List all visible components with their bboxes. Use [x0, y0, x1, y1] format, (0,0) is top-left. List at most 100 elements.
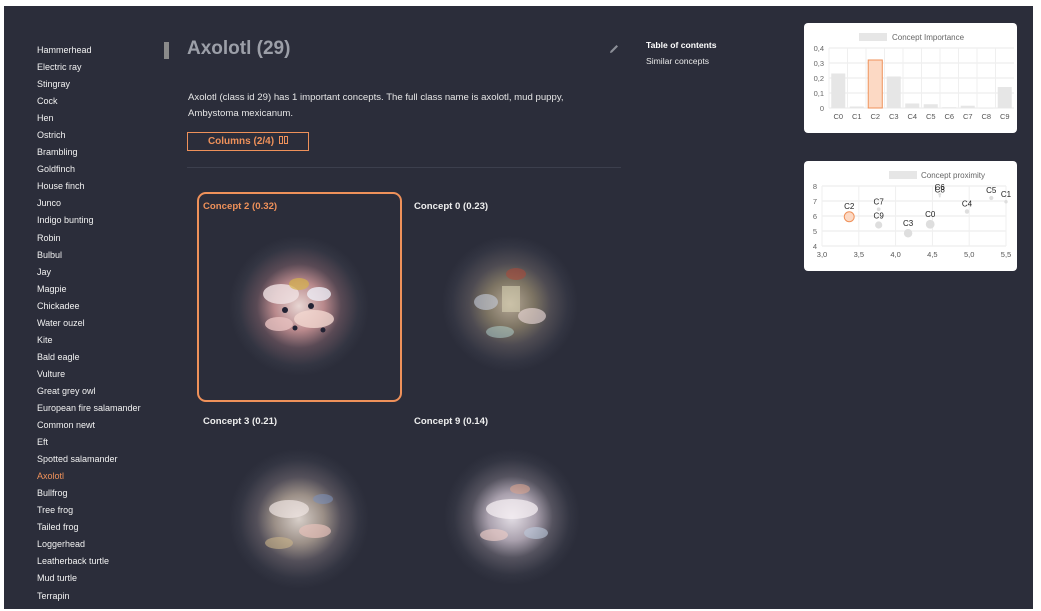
concept-importance-chart: Concept Importance 0 0,1 0,2 0,3 0,4 C0 C1 C2 C3 C…	[804, 23, 1017, 133]
concept-label: Concept 0 (0.23)	[414, 201, 489, 212]
sidebar-item-ostrich[interactable]: Ostrich	[37, 127, 177, 144]
x-tick-label: C5	[926, 112, 936, 121]
bar	[960, 105, 975, 108]
scroll-indicator[interactable]	[164, 42, 169, 59]
sidebar-item-jay[interactable]: Jay	[37, 264, 177, 281]
y-tick-label: 0,4	[814, 44, 824, 53]
sidebar-item-terrapin[interactable]: Terrapin	[37, 588, 177, 605]
legend-swatch	[889, 171, 917, 179]
concept-label: Concept 2 (0.32)	[203, 201, 278, 212]
class-description: Axolotl (class id 29) has 1 important co…	[188, 92, 564, 119]
x-tick-label: C9	[1000, 112, 1010, 121]
columns-button-label: Columns (2/4)	[207, 136, 275, 147]
sidebar-item-leatherback-turtle[interactable]: Leatherback turtle	[37, 553, 177, 570]
x-tick-label: C4	[907, 112, 917, 121]
sidebar-item-bulbul[interactable]: Bulbul	[37, 247, 177, 264]
point-label: C3	[903, 219, 914, 228]
y-tick-label: 0,3	[814, 59, 824, 68]
sidebar-item-hammerhead[interactable]: Hammerhead	[37, 42, 177, 59]
concept-visualization-image	[442, 236, 578, 372]
x-tick-label: 5,5	[1001, 250, 1011, 259]
point-label: C1	[1001, 190, 1012, 199]
class-sidebar: Hammerhead Electric ray Stingray Cock Hen Ost…	[37, 42, 177, 605]
scatter-point	[925, 219, 935, 229]
point-label: C8	[935, 186, 946, 195]
columns-button[interactable]: Columns (2/4)	[187, 132, 309, 151]
concept-label: Concept 3 (0.21)	[203, 416, 278, 427]
concept-label: Concept 9 (0.14)	[414, 416, 489, 427]
scatter-point	[1004, 200, 1008, 204]
x-tick-label: C6	[944, 112, 954, 121]
x-tick-label: C8	[981, 112, 991, 121]
sidebar-item-loggerhead[interactable]: Loggerhead	[37, 536, 177, 553]
concept-card[interactable]: Concept 0 (0.23)	[408, 192, 613, 402]
toc-link-similar-concepts[interactable]: Similar concepts	[646, 56, 709, 66]
pencil-icon[interactable]	[608, 43, 620, 55]
sidebar-item-great-grey-owl[interactable]: Great grey owl	[37, 383, 177, 400]
y-tick-label: 0,2	[814, 74, 824, 83]
point-label: C4	[962, 199, 973, 208]
sidebar-item-vulture[interactable]: Vulture	[37, 366, 177, 383]
sidebar-item-stingray[interactable]: Stingray	[37, 76, 177, 93]
divider	[187, 167, 621, 168]
point-label: C0	[925, 210, 936, 219]
bar	[942, 107, 957, 108]
point-label: C9	[874, 211, 885, 220]
scatter-point	[875, 221, 883, 229]
sidebar-item-european-fire-salamander[interactable]: European fire salamander	[37, 400, 177, 417]
sidebar-item-robin[interactable]: Robin	[37, 230, 177, 247]
sidebar-item-indigo-bunting[interactable]: Indigo bunting	[37, 212, 177, 229]
scatter-point	[938, 195, 941, 198]
point-label: C2	[844, 202, 855, 211]
x-tick-label: 5,0	[964, 250, 974, 259]
concept-visualization-image	[229, 236, 369, 376]
concept-card[interactable]: Concept 3 (0.21)	[197, 407, 402, 609]
sidebar-item-mud-turtle[interactable]: Mud turtle	[37, 570, 177, 587]
sidebar-item-axolotl[interactable]: Axolotl	[37, 468, 177, 485]
sidebar-item-common-newt[interactable]: Common newt	[37, 417, 177, 434]
x-tick-label: C2	[870, 112, 880, 121]
sidebar-item-chickadee[interactable]: Chickadee	[37, 298, 177, 315]
y-tick-label: 6	[813, 212, 817, 221]
sidebar-item-brambling[interactable]: Brambling	[37, 144, 177, 161]
scatter-point	[989, 195, 994, 201]
bar	[849, 106, 864, 108]
sidebar-item-hen[interactable]: Hen	[37, 110, 177, 127]
sidebar-item-bullfrog[interactable]: Bullfrog	[37, 485, 177, 502]
bar	[867, 59, 883, 109]
x-tick-label: C0	[833, 112, 843, 121]
y-tick-label: 7	[813, 197, 817, 206]
toc-title: Table of contents	[646, 40, 717, 50]
sidebar-item-electric-ray[interactable]: Electric ray	[37, 59, 177, 76]
legend-swatch	[859, 33, 887, 41]
sidebar-item-bald-eagle[interactable]: Bald eagle	[37, 349, 177, 366]
bar-chart-svg: Concept Importance 0 0,1 0,2 0,3 0,4 C0 C1 C2 C3 C…	[814, 33, 1014, 121]
sidebar-item-house-finch[interactable]: House finch	[37, 178, 177, 195]
scatter-chart-svg: Concept proximity456783,0 3,5 4,0 4,5 5,0 5,5…	[813, 171, 1012, 259]
point-label: C5	[986, 186, 997, 195]
concept-visualization-image	[444, 449, 580, 585]
sidebar-item-eft[interactable]: Eft	[37, 434, 177, 451]
app-window: Hammerhead Electric ray Stingray Cock Hen Ost…	[4, 6, 1033, 609]
legend-label: Concept proximity	[921, 171, 985, 180]
sidebar-item-magpie[interactable]: Magpie	[37, 281, 177, 298]
sidebar-item-spotted-salamander[interactable]: Spotted salamander	[37, 451, 177, 468]
scatter-point	[903, 229, 913, 238]
sidebar-item-cock[interactable]: Cock	[37, 93, 177, 110]
sidebar-item-water-ouzel[interactable]: Water ouzel	[37, 315, 177, 332]
concept-card[interactable]: Concept 9 (0.14)	[408, 407, 613, 609]
y-tick-label: 5	[813, 227, 817, 236]
sidebar-item-tailed-frog[interactable]: Tailed frog	[37, 519, 177, 536]
bar	[905, 103, 920, 108]
y-tick-label: 0,1	[814, 89, 824, 98]
sidebar-item-tree-frog[interactable]: Tree frog	[37, 502, 177, 519]
sidebar-item-junco[interactable]: Junco	[37, 195, 177, 212]
sidebar-item-kite[interactable]: Kite	[37, 332, 177, 349]
x-tick-label: C1	[852, 112, 862, 121]
scatter-point	[964, 209, 970, 214]
sidebar-item-goldfinch[interactable]: Goldfinch	[37, 161, 177, 178]
concept-card[interactable]: Concept 2 (0.32)	[197, 192, 402, 402]
x-tick-label: 3,5	[854, 250, 864, 259]
bar	[979, 108, 994, 109]
x-tick-label: C7	[963, 112, 973, 121]
